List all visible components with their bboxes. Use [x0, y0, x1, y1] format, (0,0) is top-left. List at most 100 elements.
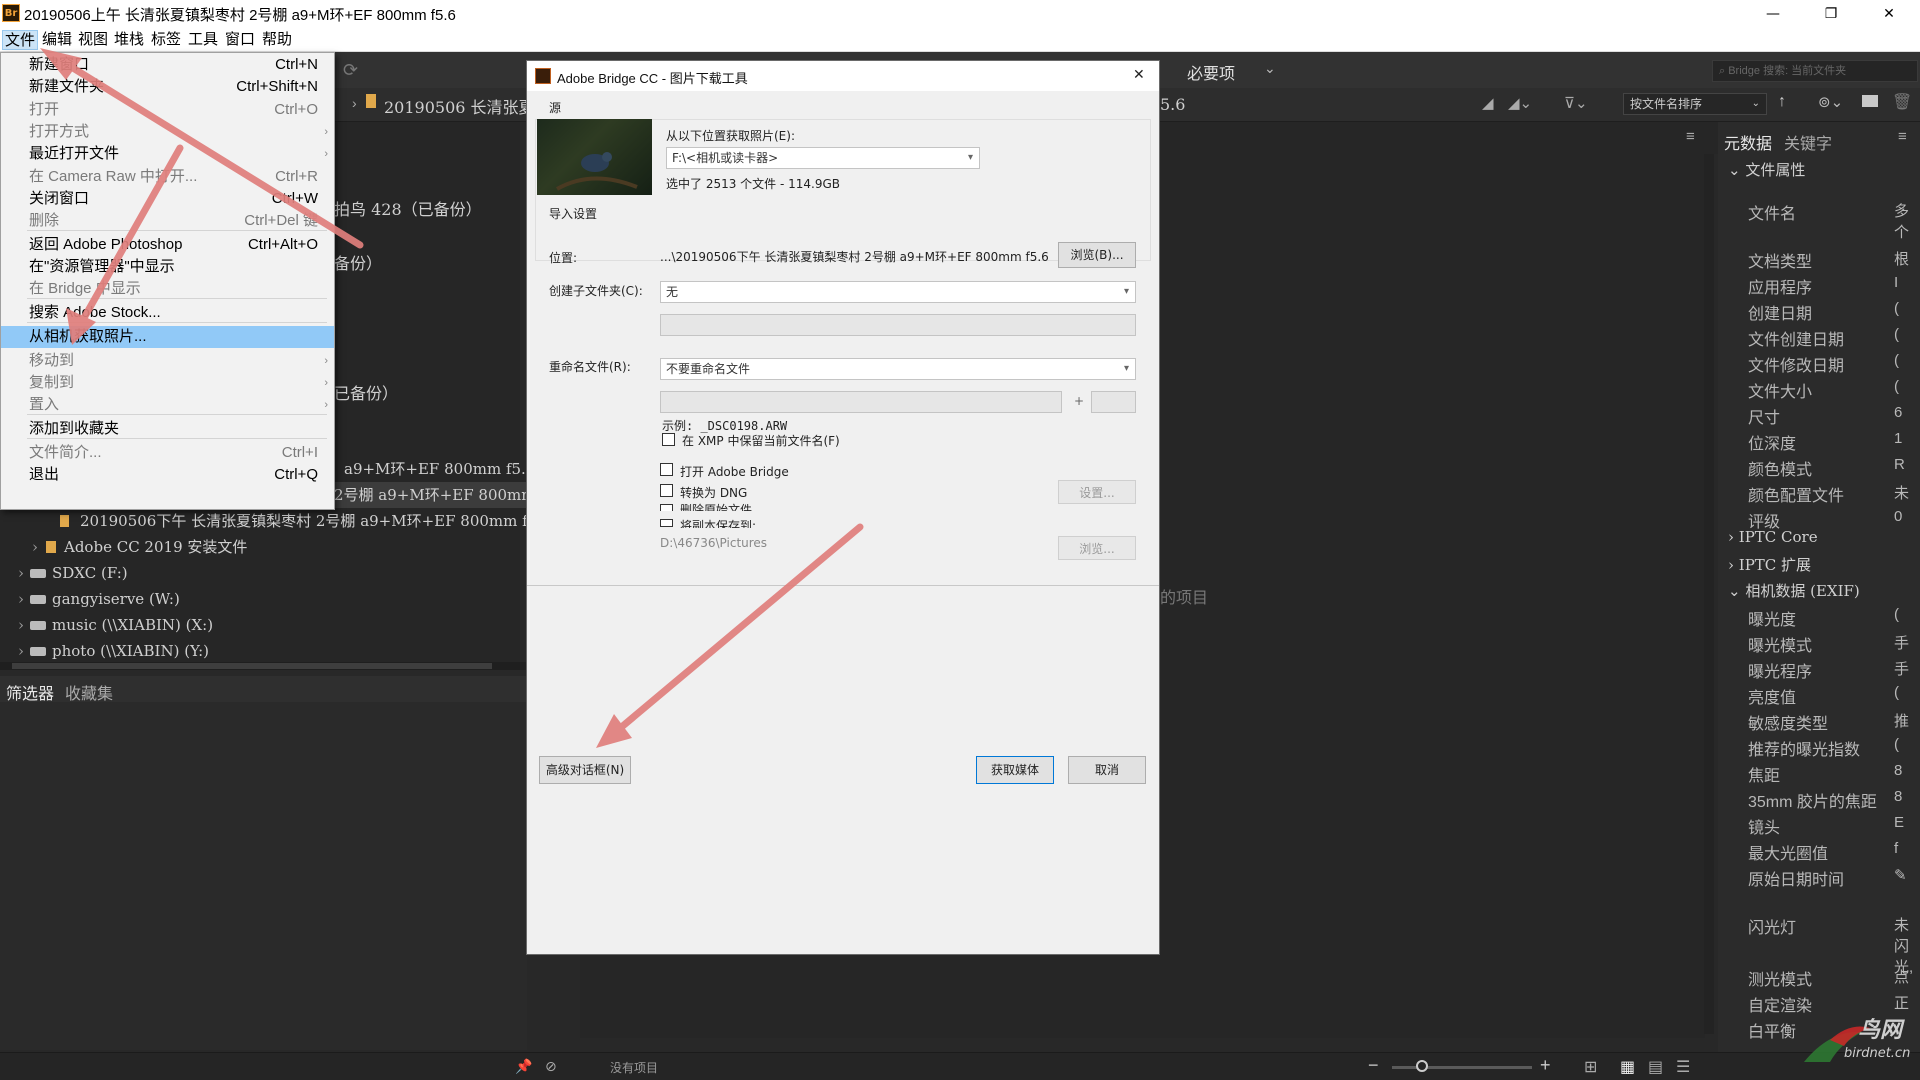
tree-row[interactable]: › gangyiserve (W:) — [0, 586, 527, 612]
file-menu-item[interactable]: 在"资源管理器"中显示 — [1, 256, 334, 278]
metadata-section[interactable]: ⌄ 相机数据 (EXIF) — [1728, 580, 1860, 601]
tab-collections[interactable]: 收藏集 — [65, 680, 113, 704]
grid-lock-icon[interactable]: ⊞ — [1584, 1057, 1597, 1077]
rating-filter-icon[interactable]: ◢⌄ — [1508, 94, 1532, 112]
cancel-button[interactable]: 取消 — [1068, 756, 1146, 784]
preserve-filename-checkbox[interactable] — [662, 433, 675, 446]
filter-icon[interactable]: ⊽⌄ — [1564, 94, 1588, 112]
chevron-right-icon[interactable]: › — [18, 612, 24, 638]
subfolder-label: 创建子文件夹(C): — [549, 284, 643, 298]
metadata-section[interactable]: › IPTC Core — [1728, 528, 1818, 546]
view-list-icon[interactable]: ☰ — [1676, 1057, 1690, 1077]
scrollbar-thumb[interactable] — [12, 663, 492, 669]
file-menu-item[interactable]: 在 Bridge 中显示 — [1, 278, 334, 300]
menu-view[interactable]: 视图 — [76, 30, 110, 50]
file-menu-item[interactable]: 添加到收藏夹 — [1, 418, 334, 440]
file-menu-item[interactable]: 打开 Ctrl+O — [1, 99, 334, 121]
file-menu-item[interactable]: 从相机获取照片... — [1, 326, 334, 348]
tree-row[interactable]: › music (\\XIABIN) (X:) — [0, 612, 527, 638]
restore-button[interactable]: ❐ — [1808, 0, 1854, 28]
metadata-section[interactable]: › IPTC 扩展 — [1728, 554, 1811, 575]
file-menu-item[interactable]: 复制到 › — [1, 372, 334, 394]
file-menu-item[interactable]: 在 Camera Raw 中打开... Ctrl+R — [1, 166, 334, 188]
trash-icon[interactable]: 🗑 — [1892, 92, 1912, 112]
view-thumbnails-icon[interactable]: ▦ — [1620, 1057, 1635, 1077]
menu-window[interactable]: 窗口 — [223, 30, 257, 50]
refresh-icon[interactable]: ⟳ — [343, 60, 358, 81]
subfolder-custom-input[interactable] — [660, 314, 1136, 336]
file-menu-item[interactable]: 返回 Adobe Photoshop Ctrl+Alt+O — [1, 234, 334, 256]
tab-keywords[interactable]: 关键字 — [1784, 130, 1832, 154]
chevron-right-icon[interactable]: › — [32, 534, 38, 560]
chevron-right-icon[interactable]: › — [18, 638, 24, 664]
view-details-icon[interactable]: ▤ — [1648, 1057, 1663, 1077]
file-menu-item[interactable]: 新建窗口 Ctrl+N — [1, 54, 334, 76]
pin-icon[interactable]: 📌 — [515, 1058, 532, 1075]
tree-partial-row[interactable]: 备份） — [334, 250, 382, 274]
zoom-out-icon[interactable]: − — [1368, 1055, 1379, 1076]
tree-row[interactable]: › Adobe CC 2019 安装文件 — [0, 534, 527, 560]
get-media-button[interactable]: 获取媒体 — [976, 756, 1054, 784]
minimize-button[interactable]: — — [1750, 0, 1796, 28]
new-folder-icon[interactable] — [1862, 95, 1878, 107]
file-menu-item[interactable]: 移动到 › — [1, 350, 334, 372]
subfolder-select[interactable]: 无 ▾ — [660, 281, 1136, 303]
browse-copies-button[interactable]: 浏览... — [1058, 536, 1136, 560]
menu-tools[interactable]: 工具 — [186, 30, 220, 50]
rename-number-input[interactable] — [1091, 391, 1136, 413]
content-scrollbar[interactable] — [1704, 154, 1714, 1034]
section-file-properties[interactable]: ⌄ 文件属性 — [1728, 159, 1805, 180]
zoom-in-icon[interactable]: + — [1540, 1055, 1551, 1076]
browse-location-button[interactable]: 浏览(B)... — [1058, 242, 1136, 268]
menu-edit[interactable]: 编辑 — [40, 30, 74, 50]
delete-originals-checkbox[interactable] — [660, 504, 673, 511]
horizontal-scrollbar[interactable] — [0, 662, 527, 670]
close-button[interactable]: ✕ — [1866, 0, 1912, 28]
tree-partial-row[interactable]: 已备份） — [334, 380, 398, 404]
panel-menu-icon[interactable]: ≡ — [1898, 128, 1907, 145]
rename-text-input[interactable] — [660, 391, 1062, 413]
menu-help[interactable]: 帮助 — [260, 30, 294, 50]
item-count: 没有项目 — [610, 1061, 659, 1075]
tab-filter[interactable]: 筛选器 — [6, 680, 54, 704]
sort-ascending-icon[interactable]: ↑ — [1778, 93, 1786, 111]
file-menu-item[interactable]: 搜索 Adobe Stock... — [1, 302, 334, 324]
search-input[interactable]: ⌕ Bridge 搜索: 当前文件夹 — [1712, 60, 1918, 82]
rename-select[interactable]: 不要重命名文件 ▾ — [660, 358, 1136, 380]
file-menu-item[interactable]: 文件简介... Ctrl+I — [1, 442, 334, 464]
file-menu-item[interactable]: 置入 › — [1, 394, 334, 416]
no-symbol-icon[interactable]: ⊘ — [545, 1058, 557, 1075]
slider-handle[interactable] — [1416, 1060, 1428, 1072]
convert-dng-checkbox[interactable] — [660, 484, 673, 497]
save-copies-checkbox[interactable] — [660, 519, 673, 527]
chevron-right-icon[interactable]: › — [18, 586, 24, 612]
chevron-right-icon[interactable]: › — [18, 560, 24, 586]
sort-dropdown[interactable]: 按文件名排序 ⌄ — [1623, 93, 1767, 115]
workspace-dropdown-icon[interactable]: ⌄ — [1264, 60, 1276, 77]
quality-icon[interactable]: ◢ — [1482, 94, 1494, 112]
file-menu-item[interactable]: 退出 Ctrl+Q — [1, 464, 334, 486]
tab-metadata[interactable]: 元数据 — [1724, 130, 1772, 154]
file-menu-item[interactable]: 删除 Ctrl+Del 键 — [1, 210, 334, 232]
file-menu-item[interactable]: 打开方式 › — [1, 121, 334, 143]
dialog-close-icon[interactable]: ✕ — [1133, 66, 1145, 83]
content-menu-icon[interactable]: ≡ — [1686, 128, 1695, 145]
file-menu-item[interactable]: 最近打开文件 › — [1, 143, 334, 165]
file-menu-item[interactable]: 新建文件夹 Ctrl+Shift+N — [1, 76, 334, 98]
advanced-dialog-button[interactable]: 高级对话框(N) — [539, 756, 631, 784]
open-recent-icon[interactable]: ⊚⌄ — [1818, 93, 1843, 111]
dng-settings-button[interactable]: 设置... — [1058, 480, 1136, 504]
tree-partial-row[interactable]: 拍鸟 428（已备份） — [334, 196, 482, 220]
workspace-essentials[interactable]: 必要项 — [1187, 60, 1235, 84]
open-bridge-checkbox[interactable] — [660, 463, 673, 476]
tree-row[interactable]: › SDXC (F:) — [0, 560, 527, 586]
file-menu-item[interactable]: 关闭窗口 Ctrl+W — [1, 188, 334, 210]
menu-stack[interactable]: 堆栈 — [112, 30, 146, 50]
tree-row[interactable]: › photo (\\XIABIN) (Y:) — [0, 638, 527, 664]
source-select[interactable]: F:\<相机或读卡器> ▾ — [666, 147, 980, 169]
path-breadcrumb[interactable]: 20190506 长清张夏 — [384, 94, 535, 118]
thumbnail-size-slider[interactable] — [1392, 1066, 1532, 1069]
menu-file[interactable]: 文件 — [2, 30, 39, 50]
tree-row[interactable]: 20190506下午 长清张夏镇梨枣村 2号棚 a9+M环+EF 800mm f… — [0, 508, 537, 534]
menu-label[interactable]: 标签 — [149, 30, 183, 50]
